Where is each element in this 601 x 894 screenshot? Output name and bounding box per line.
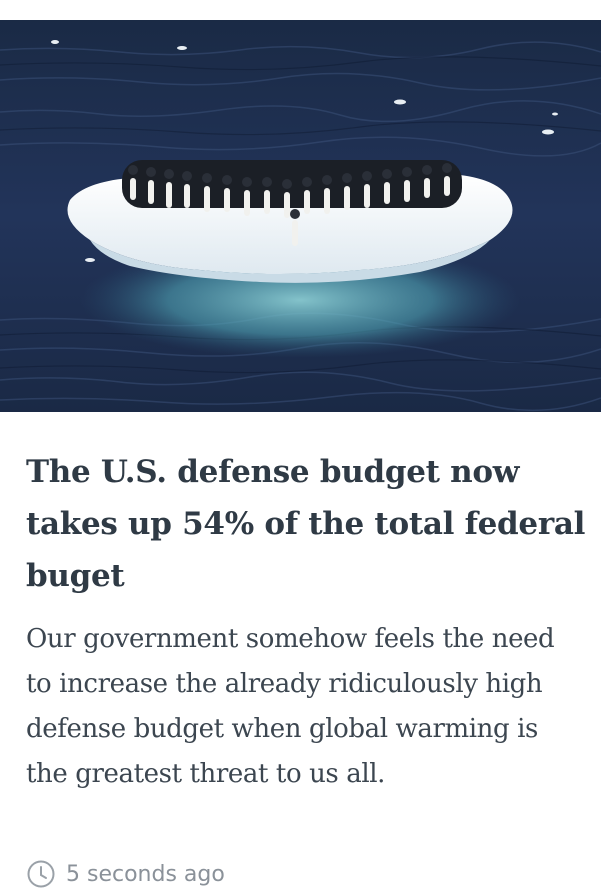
article-card[interactable]: The U.S. defense budget now takes up 54%… [0, 0, 601, 894]
clock-icon [27, 860, 55, 888]
article-summary: Our government somehow feels the need to… [26, 624, 555, 789]
article-meta: 5 seconds ago [26, 858, 225, 890]
timestamp: 5 seconds ago [66, 861, 225, 887]
article-headline[interactable]: The U.S. defense budget now takes up 54%… [26, 446, 586, 602]
article-image[interactable] [0, 20, 601, 412]
